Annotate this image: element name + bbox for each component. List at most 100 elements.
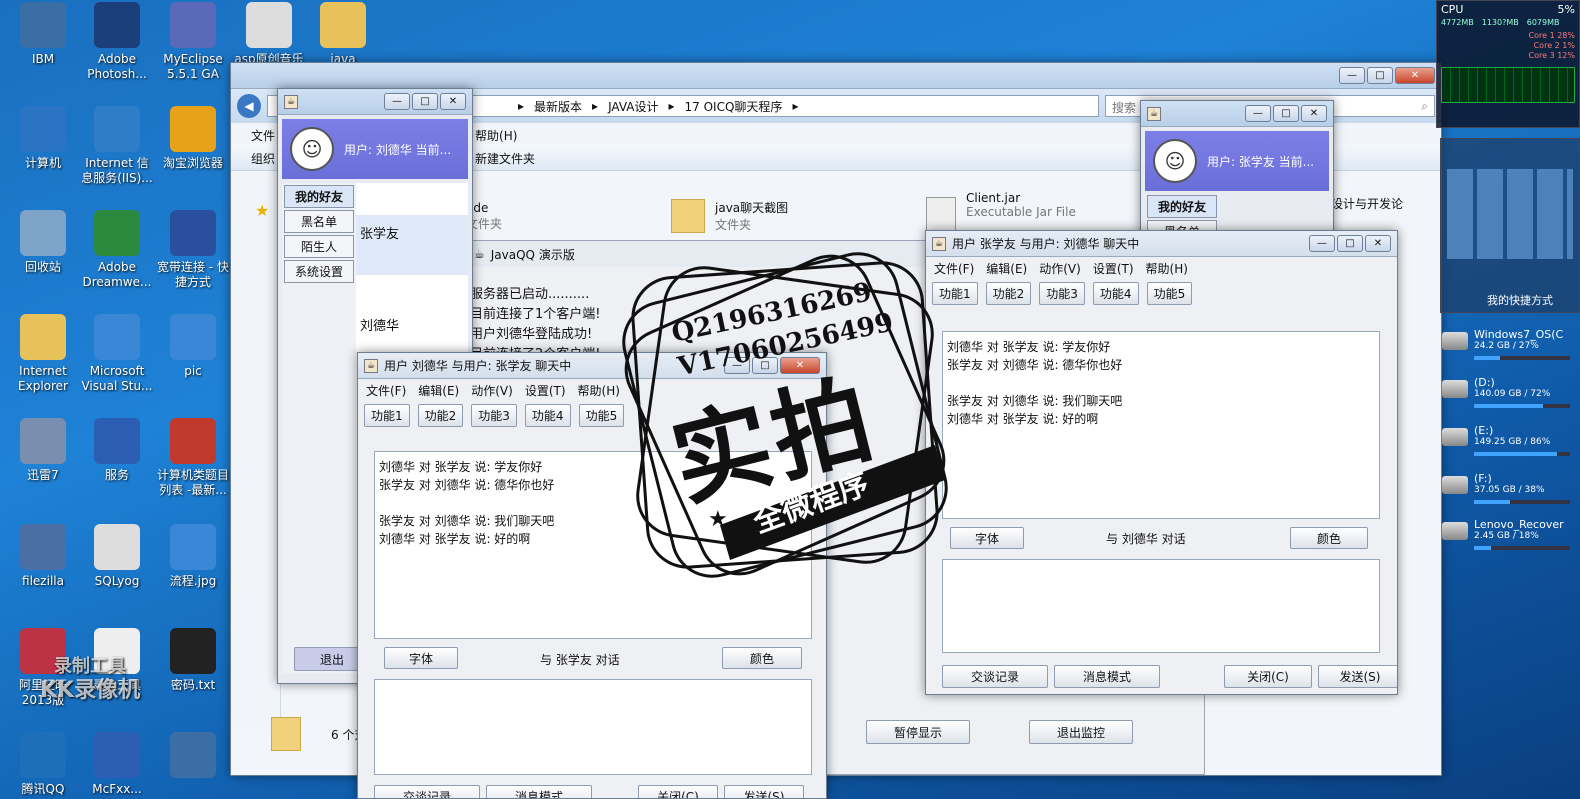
color-button[interactable]: 颜色 — [1290, 527, 1368, 549]
desktop-icon[interactable]: SQLyog — [80, 522, 154, 622]
chat1-history[interactable]: 刘德华 对 张学友 说: 学友你好 张学友 对 刘德华 说: 德华你也好 张学友… — [374, 451, 812, 639]
function-2-button[interactable]: 功能2 — [985, 281, 1032, 305]
cpu-meter-gadget[interactable]: CPU 5% 4772MB 1130?MB 6079MB Core 1 28% … — [1436, 0, 1580, 128]
desktop-icon[interactable]: 回收站 — [6, 208, 80, 308]
menu-edit[interactable]: 编辑(E) — [418, 382, 459, 399]
drive-item[interactable]: Lenovo_Recover 2.45 GB / 18% — [1440, 516, 1580, 566]
chat2-history[interactable]: 刘德华 对 张学友 说: 学友你好 张学友 对 刘德华 说: 德华你也好 张学友… — [942, 331, 1380, 519]
close-icon[interactable]: ✕ — [1365, 235, 1391, 252]
menu-file[interactable]: 文件(F) — [366, 382, 406, 399]
font-button[interactable]: 字体 — [384, 647, 458, 669]
color-button[interactable]: 颜色 — [722, 647, 802, 669]
message-mode-button[interactable]: 消息模式 — [1054, 665, 1160, 688]
desktop-icon[interactable]: 计算机类题目列表 -最新... — [156, 416, 230, 516]
menu-help[interactable]: 帮助(H) — [475, 127, 517, 143]
chat-window-liudehua[interactable]: ☕ 用户 刘德华 与用户: 张学友 聊天中 — □ ✕ 文件(F) 编辑(E) … — [357, 352, 827, 799]
close-icon[interactable]: ✕ — [440, 93, 466, 110]
maximize-icon[interactable]: □ — [752, 357, 778, 374]
desktop-icon[interactable]: Microsoft Visual Stu... — [80, 312, 154, 412]
menu-settings[interactable]: 设置(T) — [1093, 260, 1134, 277]
tab-friends[interactable]: 我的好友 — [284, 185, 354, 208]
close-icon[interactable]: ✕ — [780, 357, 820, 374]
desktop-icon[interactable]: 迅雷7 — [6, 416, 80, 516]
client2-titlebar[interactable]: ☕ — □ ✕ — [1141, 101, 1333, 127]
file-item-client-jar[interactable]: Client.jar Executable Jar File — [926, 191, 1076, 231]
minimize-icon[interactable]: — — [1309, 235, 1335, 252]
menu-action[interactable]: 动作(V) — [471, 382, 513, 399]
tab-settings[interactable]: 系统设置 — [284, 260, 354, 283]
menu-settings[interactable]: 设置(T) — [525, 382, 566, 399]
minimize-icon[interactable]: — — [384, 93, 410, 110]
friend-item-zhangxueyou[interactable]: 张学友 — [356, 215, 468, 275]
back-arrow-icon[interactable]: ◀ — [237, 94, 261, 118]
close-icon[interactable]: ✕ — [1301, 105, 1327, 122]
close-icon[interactable]: ✕ — [1395, 67, 1435, 84]
maximize-icon[interactable]: □ — [1367, 67, 1393, 84]
chat2-titlebar[interactable]: ☕ 用户 张学友 与用户: 刘德华 聊天中 — □ ✕ — [926, 231, 1397, 257]
breadcrumb-item-2[interactable]: JAVA设计 — [608, 98, 658, 115]
drive-item[interactable]: Windows7_OS(C 24.2 GB / 27% — [1440, 326, 1580, 376]
minimize-icon[interactable]: — — [724, 357, 750, 374]
desktop-icon[interactable]: pic — [156, 312, 230, 412]
desktop-icon[interactable]: Internet Explorer — [6, 312, 80, 412]
tab-blacklist[interactable]: 黑名单 — [284, 210, 354, 233]
menu-file[interactable]: 文件 — [251, 127, 275, 143]
chat-window-zhangxueyou[interactable]: ☕ 用户 张学友 与用户: 刘德华 聊天中 — □ ✕ 文件(F) 编辑(E) … — [925, 230, 1398, 695]
organize-button[interactable]: 组织 — [251, 150, 275, 166]
minimize-icon[interactable]: — — [1245, 105, 1271, 122]
tab-strangers[interactable]: 陌生人 — [284, 235, 354, 258]
send-button[interactable]: 发送(S) — [724, 785, 804, 798]
close-chat-button[interactable]: 关闭(C) — [1224, 665, 1312, 688]
menu-action[interactable]: 动作(V) — [1039, 260, 1081, 277]
client-window-zhangxueyou[interactable]: ☕ — □ ✕ ☺ 用户: 张学友 当前... 我的好友 黑名单 — [1140, 100, 1334, 240]
desktop-icon[interactable]: Internet 信息服务(IIS)... — [80, 104, 154, 204]
maximize-icon[interactable]: □ — [1273, 105, 1299, 122]
file-item-screenshots[interactable]: java聊天截图 文件夹 — [671, 199, 788, 233]
function-4-button[interactable]: 功能4 — [524, 403, 571, 427]
chat1-input[interactable] — [374, 679, 812, 775]
client1-titlebar[interactable]: ☕ — □ ✕ — [278, 89, 472, 115]
menu-help[interactable]: 帮助(H) — [1146, 260, 1188, 277]
drive-item[interactable]: (E:) 149.25 GB / 86% — [1440, 422, 1580, 472]
chat2-input[interactable] — [942, 559, 1380, 653]
desktop-icon[interactable]: Adobe Dreamwe... — [80, 208, 154, 308]
function-1-button[interactable]: 功能1 — [364, 403, 410, 427]
desktop-icon[interactable]: 宽带连接 - 快捷方式 — [156, 208, 230, 308]
desktop-icon[interactable]: 计算机 — [6, 104, 80, 204]
minimize-icon[interactable]: — — [1339, 67, 1365, 84]
menu-edit[interactable]: 编辑(E) — [986, 260, 1027, 277]
menu-help[interactable]: 帮助(H) — [578, 382, 620, 399]
desktop-icon[interactable]: filezilla — [6, 522, 80, 622]
breadcrumb-item-1[interactable]: 最新版本 — [534, 98, 582, 115]
tab-friends[interactable]: 我的好友 — [1147, 195, 1217, 218]
function-4-button[interactable]: 功能4 — [1092, 281, 1139, 305]
new-folder-button[interactable]: 新建文件夹 — [475, 150, 535, 166]
shortcut-gadget[interactable]: 我的快捷方式 — [1440, 138, 1580, 313]
function-2-button[interactable]: 功能2 — [417, 403, 464, 427]
menu-file[interactable]: 文件(F) — [934, 260, 974, 277]
desktop-icon[interactable]: IBM — [6, 0, 80, 100]
desktop-icon[interactable] — [156, 730, 230, 799]
function-1-button[interactable]: 功能1 — [932, 281, 978, 305]
desktop-icon[interactable]: Adobe Photosh... — [80, 0, 154, 100]
message-mode-button[interactable]: 消息模式 — [486, 785, 592, 798]
desktop-icon[interactable]: 淘宝浏览器 — [156, 104, 230, 204]
explorer-titlebar[interactable]: — □ ✕ — [231, 63, 1441, 89]
history-button[interactable]: 交谈记录 — [942, 665, 1048, 688]
desktop-icon[interactable]: McFxx... — [80, 730, 154, 799]
exit-monitor-button[interactable]: 退出监控 — [1029, 720, 1133, 744]
desktop-icon[interactable]: 服务 — [80, 416, 154, 516]
function-3-button[interactable]: 功能3 — [1039, 281, 1085, 305]
maximize-icon[interactable]: □ — [412, 93, 438, 110]
font-button[interactable]: 字体 — [950, 527, 1024, 549]
function-3-button[interactable]: 功能3 — [471, 403, 517, 427]
maximize-icon[interactable]: □ — [1337, 235, 1363, 252]
friend-item-liudehua[interactable]: 刘德华 — [360, 315, 399, 334]
desktop-icon[interactable]: MyEclipse 5.5.1 GA — [156, 0, 230, 100]
history-button[interactable]: 交谈记录 — [374, 785, 480, 798]
send-button[interactable]: 发送(S) — [1318, 665, 1397, 688]
drive-item[interactable]: (F:) 37.05 GB / 38% — [1440, 470, 1580, 520]
chat1-titlebar[interactable]: ☕ 用户 刘德华 与用户: 张学友 聊天中 — □ ✕ — [358, 353, 826, 379]
desktop-icon[interactable]: 腾讯QQ — [6, 730, 80, 799]
function-5-button[interactable]: 功能5 — [1146, 281, 1193, 305]
